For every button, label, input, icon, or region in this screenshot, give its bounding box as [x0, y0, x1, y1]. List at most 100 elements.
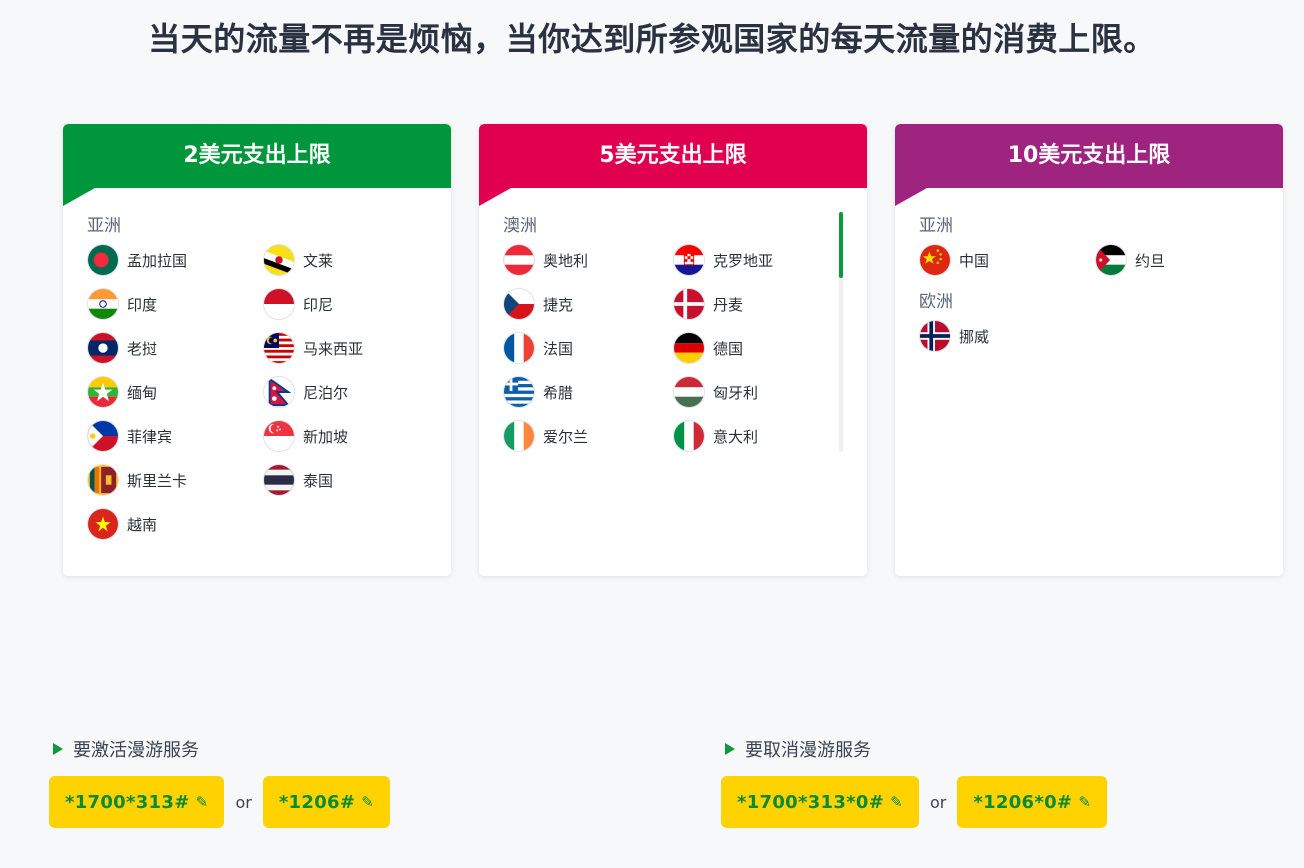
ireland-flag-icon: [503, 420, 535, 452]
activate-codes: *1700*313# ✎ or *1206# ✎: [49, 776, 391, 828]
country-name: 老挝: [127, 339, 158, 358]
bangladesh-flag-icon: [87, 244, 119, 276]
country-item: 越南: [87, 508, 263, 540]
singapore-flag-icon: [263, 420, 295, 452]
pencil-icon: ✎: [1078, 793, 1092, 811]
country-name: 德国: [713, 339, 744, 358]
country-list: 亚洲 中国 约旦欧洲 挪威: [919, 214, 1259, 366]
region-heading: 澳洲: [503, 216, 537, 236]
country-item: 意大利: [673, 420, 843, 452]
country-name: 爱尔兰: [543, 427, 589, 446]
code-text: *1206#: [278, 791, 356, 813]
country-item: 挪威: [919, 320, 1095, 352]
country-item: 文莱: [263, 244, 439, 276]
activate-code-button-2[interactable]: *1206# ✎: [262, 776, 391, 828]
thailand-flag-icon: [263, 464, 295, 496]
country-item: 捷克: [503, 288, 673, 320]
country-name: 克罗地亚: [713, 251, 774, 270]
country-item: 斯里兰卡: [87, 464, 263, 496]
country-item: 孟加拉国: [87, 244, 263, 276]
country-item: 缅甸: [87, 376, 263, 408]
country-name: 缅甸: [127, 383, 158, 402]
deactivate-code-button-2[interactable]: *1206*0# ✎: [957, 776, 1108, 828]
scrollbar-thumb[interactable]: [839, 212, 843, 278]
norway-flag-icon: [919, 320, 951, 352]
country-item: 德国: [673, 332, 843, 364]
country-name: 孟加拉国: [127, 251, 188, 270]
country-item: 马来西亚: [263, 332, 439, 364]
plan-card: 2美元支出上限 亚洲 孟加拉国 文莱 印度 印尼 老挝 马来西亚 缅甸 尼泊尔 菲律宾 新加坡 斯里兰卡…: [63, 124, 451, 576]
country-grid: 孟加拉国 文莱 印度 印尼 老挝 马来西亚 缅甸 尼泊尔 菲律宾 新加坡 斯里兰卡 泰国 越南: [87, 244, 427, 540]
country-name: 法国: [543, 339, 574, 358]
country-name: 匈牙利: [713, 383, 759, 402]
pencil-icon: ✎: [195, 793, 209, 811]
plan-card: 10美元支出上限亚洲 中国 约旦欧洲 挪威: [895, 124, 1283, 576]
czech-flag-icon: [503, 288, 535, 320]
country-item: 尼泊尔: [263, 376, 439, 408]
code-text: *1700*313*0#: [737, 791, 885, 813]
vietnam-flag-icon: [87, 508, 119, 540]
plan-card-title: 10美元支出上限: [895, 124, 1283, 188]
france-flag-icon: [503, 332, 535, 364]
triangle-arrow-icon: [725, 743, 735, 755]
code-text: *1206*0#: [973, 791, 1073, 813]
page-title: 当天的流量不再是烦恼，当你达到所参观国家的每天流量的消费上限。: [148, 20, 1156, 58]
greece-flag-icon: [503, 376, 535, 408]
country-item: 印度: [87, 288, 263, 320]
country-name: 约旦: [1135, 251, 1166, 270]
activate-heading: 要激活漫游服务: [53, 736, 199, 762]
or-separator: or: [930, 792, 947, 812]
country-name: 菲律宾: [127, 427, 173, 446]
country-name: 斯里兰卡: [127, 471, 188, 490]
country-item: 克罗地亚: [673, 244, 843, 276]
laos-flag-icon: [87, 332, 119, 364]
austria-flag-icon: [503, 244, 535, 276]
country-list: 亚洲 孟加拉国 文莱 印度 印尼 老挝 马来西亚 缅甸 尼泊尔 菲律宾 新加坡 斯里兰卡 泰国 越南: [87, 214, 427, 554]
brunei-flag-icon: [263, 244, 295, 276]
sri-lanka-flag-icon: [87, 464, 119, 496]
germany-flag-icon: [673, 332, 705, 364]
country-item: 丹麦: [673, 288, 843, 320]
country-name: 丹麦: [713, 295, 744, 314]
country-name: 泰国: [303, 471, 334, 490]
myanmar-flag-icon: [87, 376, 119, 408]
country-item: 爱尔兰: [503, 420, 673, 452]
pencil-icon: ✎: [361, 793, 375, 811]
croatia-flag-icon: [673, 244, 705, 276]
region-heading: 亚洲: [87, 216, 121, 236]
indonesia-flag-icon: [263, 288, 295, 320]
deactivate-code-button-1[interactable]: *1700*313*0# ✎: [721, 776, 919, 828]
card-header-notch: [895, 188, 927, 206]
country-name: 奥地利: [543, 251, 589, 270]
country-name: 马来西亚: [303, 339, 364, 358]
country-item: 菲律宾: [87, 420, 263, 452]
hungary-flag-icon: [673, 376, 705, 408]
country-item: 奥地利: [503, 244, 673, 276]
country-item: 老挝: [87, 332, 263, 364]
denmark-flag-icon: [673, 288, 705, 320]
country-item: 泰国: [263, 464, 439, 496]
deactivate-heading: 要取消漫游服务: [725, 736, 871, 762]
malaysia-flag-icon: [263, 332, 295, 364]
country-item: 中国: [919, 244, 1095, 276]
country-name: 中国: [959, 251, 990, 270]
activate-code-button-1[interactable]: *1700*313# ✎: [49, 776, 225, 828]
country-grid: 中国 约旦: [919, 244, 1259, 276]
country-name: 挪威: [959, 327, 990, 346]
india-flag-icon: [87, 288, 119, 320]
region-heading: 亚洲: [919, 216, 953, 236]
country-item: 匈牙利: [673, 376, 843, 408]
plan-card-title: 5美元支出上限: [479, 124, 867, 188]
country-name: 捷克: [543, 295, 574, 314]
country-list: 澳洲 奥地利 克罗地亚 捷克 丹麦 法国 德国 希腊 匈牙利 爱尔兰 意大利: [503, 214, 843, 454]
country-name: 印尼: [303, 295, 334, 314]
pencil-icon: ✎: [890, 793, 903, 811]
region-heading: 欧洲: [919, 292, 953, 312]
card-header-notch: [63, 188, 95, 206]
country-name: 意大利: [713, 427, 759, 446]
triangle-arrow-icon: [53, 743, 63, 755]
country-list-scrollbar[interactable]: [839, 212, 843, 452]
philippines-flag-icon: [87, 420, 119, 452]
country-item: 法国: [503, 332, 673, 364]
italy-flag-icon: [673, 420, 705, 452]
